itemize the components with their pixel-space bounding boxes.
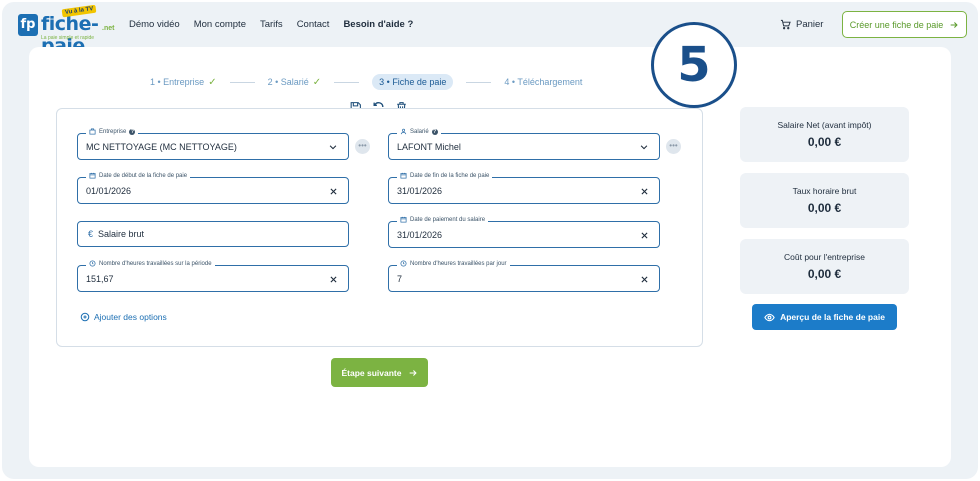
logo-suffix: .net (102, 25, 115, 32)
arrow-right-icon (409, 369, 417, 376)
chevron-down-icon[interactable] (326, 140, 340, 154)
arrow-right-icon (950, 21, 958, 28)
heures-periode-field[interactable]: Nombre d'heures travaillées sur la pério… (77, 260, 349, 292)
heures-periode-label: Nombre d'heures travaillées sur la pério… (99, 260, 212, 267)
site-logo[interactable]: fp fiche-paie .net Vu à la TV La paie si… (18, 4, 114, 57)
preview-label: Aperçu de la fiche de paie (780, 312, 885, 322)
cart-icon (780, 19, 791, 30)
entreprise-value: MC NETTOYAGE (MC NETTOYAGE) (86, 142, 237, 152)
heures-jour-field-label: Nombre d'heures travaillées par jour (397, 260, 510, 267)
salarie-select[interactable]: Salarié ? LAFONT Michel (388, 128, 660, 160)
clock-icon (400, 260, 407, 267)
summary-label: Coût pour l'entreprise (784, 252, 865, 262)
date-debut-label: Date de début de la fiche de paie (99, 172, 188, 179)
user-icon (400, 128, 407, 135)
stepper: 1 • Entreprise ✓ 2 • Salarié ✓ 3 • Fiche… (150, 73, 582, 91)
step-salarie[interactable]: 2 • Salarié ✓ (268, 77, 322, 88)
heures-jour-label: Nombre d'heures travaillées par jour (410, 260, 507, 267)
building-icon (89, 128, 96, 135)
next-step-label: Étape suivante (341, 367, 402, 378)
entreprise-select[interactable]: Entreprise ? MC NETTOYAGE (MC NETTOYAGE) (77, 128, 349, 160)
date-debut-field-label: Date de début de la fiche de paie (86, 172, 191, 179)
cart-label: Panier (796, 19, 824, 30)
summary-label: Salaire Net (avant impôt) (777, 120, 872, 130)
date-fin-field[interactable]: Date de fin de la fiche de paie 31/01/20… (388, 172, 660, 204)
heures-jour-value: 7 (397, 274, 403, 284)
summary-value: 0,00 € (807, 267, 842, 281)
cart-link[interactable]: Panier (780, 19, 823, 30)
step-label: 4 • Téléchargement (504, 77, 583, 87)
entreprise-field-label: Entreprise ? (86, 128, 139, 135)
step-entreprise[interactable]: 1 • Entreprise ✓ (150, 77, 217, 88)
salarie-value: LAFONT Michel (397, 142, 461, 152)
nav-contact[interactable]: Contact (297, 19, 330, 30)
calendar-icon (400, 216, 407, 223)
step-telechargement[interactable]: 4 • Téléchargement (504, 77, 582, 87)
summary-label: Taux horaire brut (792, 186, 857, 196)
euro-icon: € (88, 229, 94, 239)
clear-icon[interactable] (326, 184, 340, 198)
heures-jour-field[interactable]: Nombre d'heures travaillées par jour 7 (388, 260, 660, 292)
heures-periode-value: 151,67 (86, 274, 114, 284)
help-icon[interactable]: ? (129, 128, 136, 135)
step-number-annotation: 5 (651, 22, 737, 108)
clear-icon[interactable] (637, 184, 651, 198)
step-separator (466, 81, 492, 83)
salarie-field-label: Salarié ? (397, 128, 441, 135)
clear-icon[interactable] (637, 272, 651, 286)
step-separator (229, 81, 255, 83)
calendar-icon (400, 172, 407, 179)
add-options-link[interactable]: Ajouter des options (80, 312, 167, 322)
check-icon: ✓ (312, 76, 322, 88)
date-paiement-field-label: Date de paiement du salaire (397, 216, 489, 223)
check-icon: ✓ (208, 76, 217, 88)
date-fin-field-label: Date de fin de la fiche de paie (397, 172, 493, 179)
salarie-more-button[interactable]: ••• (666, 139, 681, 154)
preview-payslip-button[interactable]: Aperçu de la fiche de paie (752, 304, 897, 330)
heures-periode-field-label: Nombre d'heures travaillées sur la pério… (86, 260, 215, 267)
summary-salaire-net: Salaire Net (avant impôt) 0,00 € (740, 107, 909, 162)
eye-icon (764, 313, 775, 321)
entreprise-more-button[interactable]: ••• (355, 139, 370, 154)
step-label: 2 • Salarié (267, 77, 309, 87)
date-debut-field[interactable]: Date de début de la fiche de paie 01/01/… (77, 172, 349, 204)
summary-value: 0,00 € (807, 135, 842, 149)
summary-value: 0,00 € (807, 201, 842, 215)
salarie-label: Salarié (410, 128, 429, 135)
step-fiche-de-paie[interactable]: 3 • Fiche de paie (372, 74, 454, 90)
summary-taux-horaire: Taux horaire brut 0,00 € (740, 173, 909, 228)
add-options-label: Ajouter des options (94, 312, 167, 322)
chevron-down-icon[interactable] (637, 140, 651, 154)
plus-circle-icon (80, 312, 90, 322)
date-paiement-field[interactable]: Date de paiement du salaire 31/01/2026 (388, 216, 660, 248)
salaire-brut-placeholder: Salaire brut (98, 229, 145, 239)
next-step-button[interactable]: Étape suivante (331, 358, 428, 387)
entreprise-label: Entreprise (99, 128, 127, 135)
date-debut-value: 01/01/2026 (86, 186, 132, 196)
create-payslip-label: Créer une fiche de paie (849, 19, 944, 30)
calendar-icon (89, 172, 96, 179)
nav-demo-video[interactable]: Démo vidéo (129, 19, 180, 30)
nav-mon-compte[interactable]: Mon compte (194, 19, 246, 30)
nav-tarifs[interactable]: Tarifs (260, 19, 283, 30)
logo-tagline: La paie simple et rapide (41, 35, 95, 41)
step-separator (334, 81, 360, 83)
clear-icon[interactable] (637, 228, 651, 242)
date-fin-label: Date de fin de la fiche de paie (410, 172, 490, 179)
date-paiement-value: 31/01/2026 (397, 230, 443, 240)
main-nav: Démo vidéo Mon compte Tarifs Contact Bes… (129, 19, 413, 30)
help-icon[interactable]: ? (431, 128, 438, 135)
salaire-brut-input[interactable]: € Salaire brut (77, 221, 349, 247)
date-fin-value: 31/01/2026 (397, 186, 443, 196)
date-paiement-label: Date de paiement du salaire (410, 216, 486, 223)
step-label: 1 • Entreprise (150, 77, 205, 87)
logo-icon: fp (18, 14, 38, 36)
clear-icon[interactable] (326, 272, 340, 286)
create-payslip-button[interactable]: Créer une fiche de paie (842, 11, 967, 38)
clock-icon (89, 260, 96, 267)
summary-cout-entreprise: Coût pour l'entreprise 0,00 € (740, 239, 909, 294)
step-label: 3 • Fiche de paie (379, 77, 447, 87)
nav-besoin-aide[interactable]: Besoin d'aide ? (343, 19, 413, 30)
